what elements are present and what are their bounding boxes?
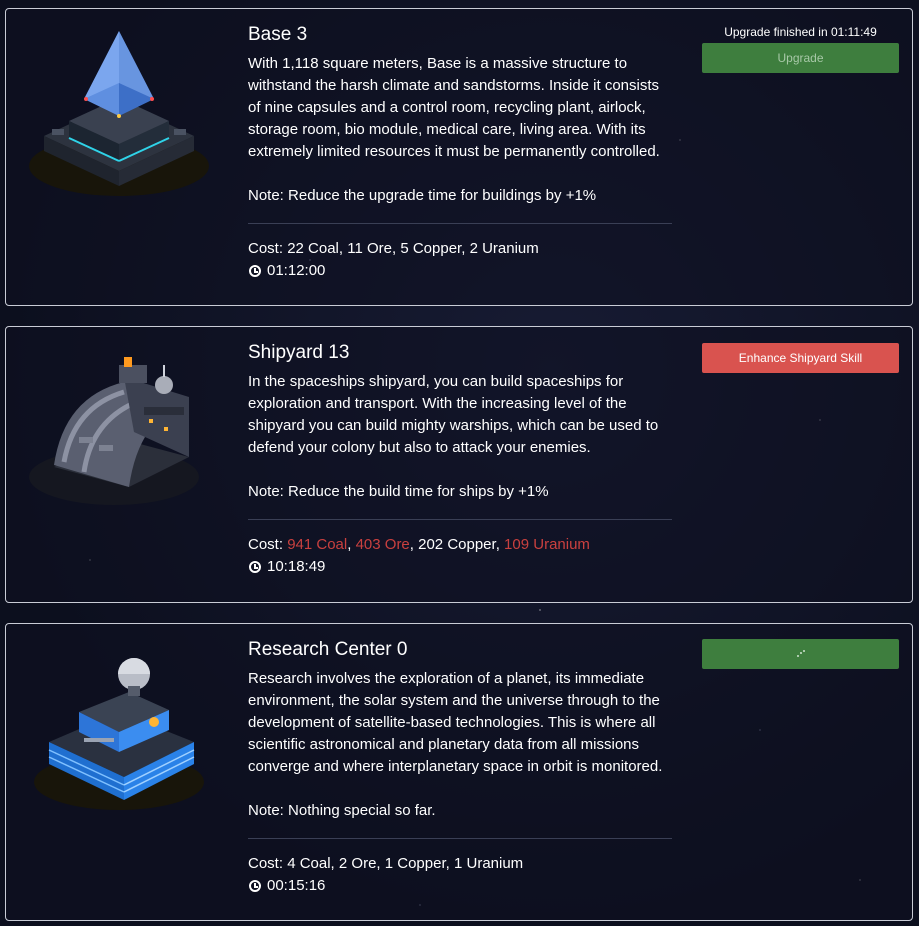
building-title: Research Center 0 bbox=[248, 639, 408, 660]
divider bbox=[248, 519, 672, 520]
cost-coal: 4 Coal bbox=[287, 855, 331, 872]
cost-label: Cost: bbox=[248, 536, 284, 553]
cost-ore: 11 Ore bbox=[347, 240, 392, 257]
building-card-research-center: Research Center 0 Research involves the … bbox=[5, 623, 913, 921]
clock-icon bbox=[249, 561, 261, 573]
building-time: 10:18:49 bbox=[248, 556, 674, 578]
building-note: Note: Reduce the upgrade time for buildi… bbox=[248, 187, 597, 204]
base-info: Base 3 With 1,118 square meters, Base is… bbox=[248, 23, 674, 282]
building-time: 01:12:00 bbox=[248, 260, 674, 282]
cost-uranium: 1 Uranium bbox=[453, 855, 524, 872]
cost-label: Cost: bbox=[248, 855, 284, 872]
building-cost: Cost: 941 Coal, 403 Ore, 202 Copper, 109… bbox=[248, 536, 590, 553]
cost-ore-insufficient: 403 Ore bbox=[355, 536, 410, 553]
research-center-info: Research Center 0 Research involves the … bbox=[248, 638, 674, 897]
cost-coal: 22 Coal bbox=[287, 240, 339, 257]
building-note: Note: Reduce the build time for ships by… bbox=[248, 483, 549, 500]
cost-copper: 1 Copper bbox=[384, 855, 446, 872]
building-cost: Cost: 22 Coal, 11 Ore, 5 Copper, 2 Urani… bbox=[248, 240, 539, 257]
time-value: 00:15:16 bbox=[267, 877, 326, 894]
research-center-actions bbox=[702, 639, 899, 669]
cost-ore: 2 Ore bbox=[338, 855, 377, 872]
cost-label: Cost: bbox=[248, 240, 284, 257]
research-center-building-image bbox=[24, 642, 214, 822]
building-card-shipyard: Shipyard 13 In the spaceships shipyard, … bbox=[5, 326, 913, 603]
cost-copper: 5 Copper bbox=[400, 240, 462, 257]
time-value: 01:12:00 bbox=[267, 262, 326, 279]
shipyard-actions: Enhance Shipyard Skill bbox=[702, 343, 899, 373]
shipyard-building-image bbox=[24, 337, 214, 517]
building-description: With 1,118 square meters, Base is a mass… bbox=[248, 55, 660, 160]
time-value: 10:18:49 bbox=[267, 558, 326, 575]
building-description: Research involves the exploration of a p… bbox=[248, 670, 663, 775]
cost-uranium-insufficient: 109 Uranium bbox=[504, 536, 590, 553]
research-center-action-button[interactable] bbox=[702, 639, 899, 669]
building-card-base: Base 3 With 1,118 square meters, Base is… bbox=[5, 8, 913, 306]
cost-uranium: 2 Uranium bbox=[469, 240, 539, 257]
divider bbox=[248, 223, 672, 224]
enhance-shipyard-skill-button[interactable]: Enhance Shipyard Skill bbox=[702, 343, 899, 373]
building-title: Base 3 bbox=[248, 24, 308, 45]
building-description: In the spaceships shipyard, you can buil… bbox=[248, 373, 659, 456]
building-note: Note: Nothing special so far. bbox=[248, 802, 436, 819]
base-actions: Upgrade finished in 01:11:49 Upgrade bbox=[702, 25, 899, 73]
building-time: 00:15:16 bbox=[248, 875, 674, 897]
building-cost: Cost: 4 Coal, 2 Ore, 1 Copper, 1 Uranium bbox=[248, 855, 524, 872]
building-title: Shipyard 13 bbox=[248, 342, 350, 363]
upgrade-button[interactable]: Upgrade bbox=[702, 43, 899, 73]
clock-icon bbox=[249, 265, 261, 277]
cost-copper: 202 Copper bbox=[418, 536, 496, 553]
cost-coal-insufficient: 941 Coal bbox=[287, 536, 348, 553]
clock-icon bbox=[249, 880, 261, 892]
upgrade-status: Upgrade finished in 01:11:49 bbox=[724, 25, 877, 39]
divider bbox=[248, 838, 672, 839]
spinner-icon bbox=[796, 650, 805, 658]
shipyard-info: Shipyard 13 In the spaceships shipyard, … bbox=[248, 341, 674, 578]
base-building-image bbox=[24, 21, 214, 201]
